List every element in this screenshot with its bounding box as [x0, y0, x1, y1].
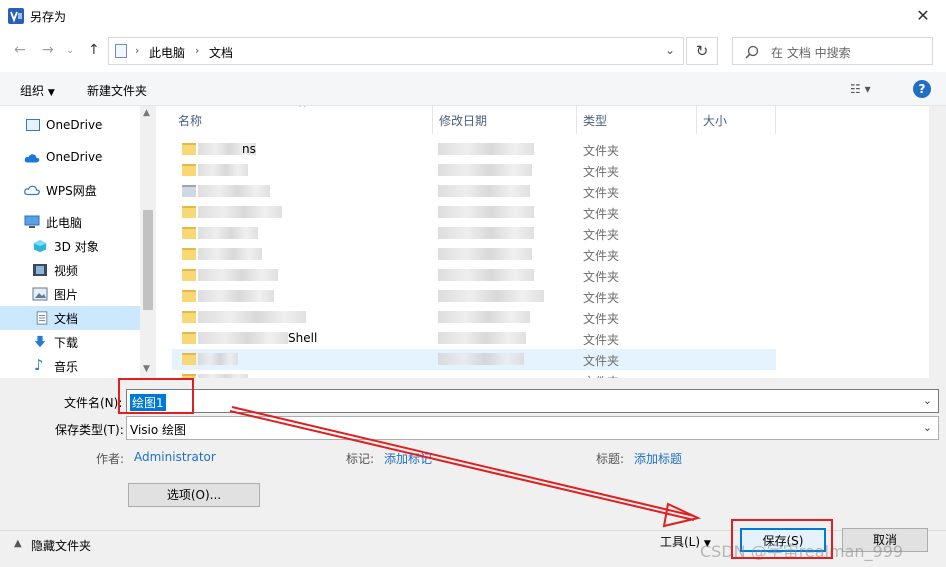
annotation-arrow-icon — [229, 406, 702, 528]
